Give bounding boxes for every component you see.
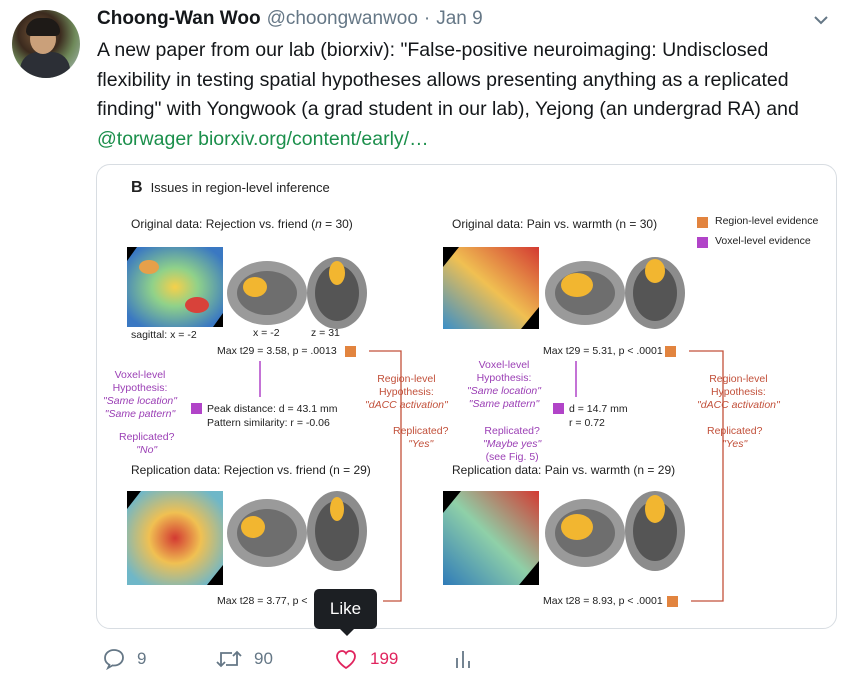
author-handle[interactable]: @choongwanwoo: [267, 8, 418, 30]
tweet-date[interactable]: Jan 9: [436, 8, 482, 30]
right-voxel-replicated: Replicated? "Maybe yes" (see Fig. 5): [483, 425, 542, 463]
retweet-button[interactable]: 90: [216, 648, 273, 670]
panel-title: Issues in region-level inference: [150, 180, 330, 195]
right-max-replication: Max t28 = 8.93, p < .0001: [543, 595, 663, 607]
region-legend-label: Region-level evidence: [715, 215, 819, 227]
retweet-count: 90: [254, 649, 273, 668]
avatar-hair: [26, 18, 60, 36]
heatmap-right-original: [443, 247, 539, 329]
left-voxel-arrow: [259, 361, 261, 397]
panel-letter: B: [131, 179, 143, 196]
analytics-icon: [456, 651, 470, 668]
coord-x-label: x = -2: [253, 327, 280, 339]
left-voxel-marker: [191, 403, 202, 414]
right-distance: d = 14.7 mm: [569, 403, 628, 415]
like-tooltip: Like: [314, 589, 377, 636]
coord-z-label: z = 31: [311, 327, 340, 339]
right-max-original: Max t29 = 5.31, p < .0001: [543, 345, 663, 357]
author-name[interactable]: Choong-Wan Woo: [97, 8, 261, 30]
media-card[interactable]: B Issues in region-level inference Region…: [96, 164, 837, 629]
analytics-button[interactable]: [454, 648, 472, 670]
left-original-title: Original data: Rejection vs. friend (n =…: [131, 217, 353, 231]
left-max-replication: Max t28 = 3.77, p <: [217, 595, 308, 607]
right-original-title: Original data: Pain vs. warmth (n = 30): [452, 217, 658, 231]
tweet-body: A new paper from our lab (biorxiv): "Fal…: [97, 39, 799, 120]
tweet-header: Choong-Wan Woo @choongwanwoo · Jan 9: [97, 8, 483, 34]
tweet-actions: 9 90 199: [0, 648, 844, 678]
heatmap-left-replication: [127, 491, 223, 585]
reply-count: 9: [137, 649, 147, 668]
left-max-original: Max t29 = 3.58, p = .0013: [217, 345, 337, 357]
separator-dot: ·: [423, 8, 431, 29]
region-legend-swatch: [697, 217, 708, 228]
brain-left-replication: [227, 491, 367, 571]
avatar[interactable]: [12, 10, 80, 78]
brain-right-original: [545, 257, 685, 329]
right-similarity: r = 0.72: [569, 417, 605, 429]
right-replication-title: Replication data: Pain vs. warmth (n = 2…: [452, 463, 676, 477]
brain-right-replication: [545, 491, 685, 571]
voxel-legend-label: Voxel-level evidence: [715, 235, 811, 247]
heatmap-left-original: [127, 247, 223, 327]
right-voxel-hypothesis: Voxel-level Hypothesis: "Same location" "Sa…: [467, 359, 541, 410]
chevron-down-icon[interactable]: [811, 12, 831, 28]
reply-icon: [104, 649, 124, 670]
tweet-text: A new paper from our lab (biorxiv): "Fal…: [97, 36, 837, 154]
url-link[interactable]: biorxiv.org/content/early/…: [198, 128, 429, 150]
voxel-legend-swatch: [697, 237, 708, 248]
right-voxel-arrow: [575, 361, 577, 397]
retweet-icon: [216, 650, 242, 668]
right-region-marker: [665, 346, 676, 357]
like-button[interactable]: 199: [334, 648, 398, 670]
like-count: 199: [370, 649, 399, 668]
reply-button[interactable]: 9: [103, 648, 146, 670]
left-pattern-similarity: Pattern similarity: r = -0.06: [207, 417, 330, 429]
left-replication-title: Replication data: Rejection vs. friend (…: [131, 463, 371, 477]
brain-left-original: [227, 257, 367, 329]
avatar-body: [20, 52, 70, 78]
right-voxel-marker: [553, 403, 564, 414]
left-voxel-hypothesis: Voxel-level Hypothesis: "Same location" "Sa…: [103, 369, 177, 420]
heatmap-right-replication: [443, 491, 539, 585]
heart-icon: [336, 650, 356, 670]
right-replication-region-marker: [667, 596, 678, 607]
left-region-marker: [345, 346, 356, 357]
figure-title: B Issues in region-level inference: [131, 179, 330, 197]
left-voxel-replicated: Replicated? "No": [119, 431, 175, 456]
mention-link[interactable]: @torwager: [97, 128, 193, 150]
left-peak-distance: Peak distance: d = 43.1 mm: [207, 403, 338, 415]
sagittal-label: sagittal: x = -2: [131, 329, 197, 341]
